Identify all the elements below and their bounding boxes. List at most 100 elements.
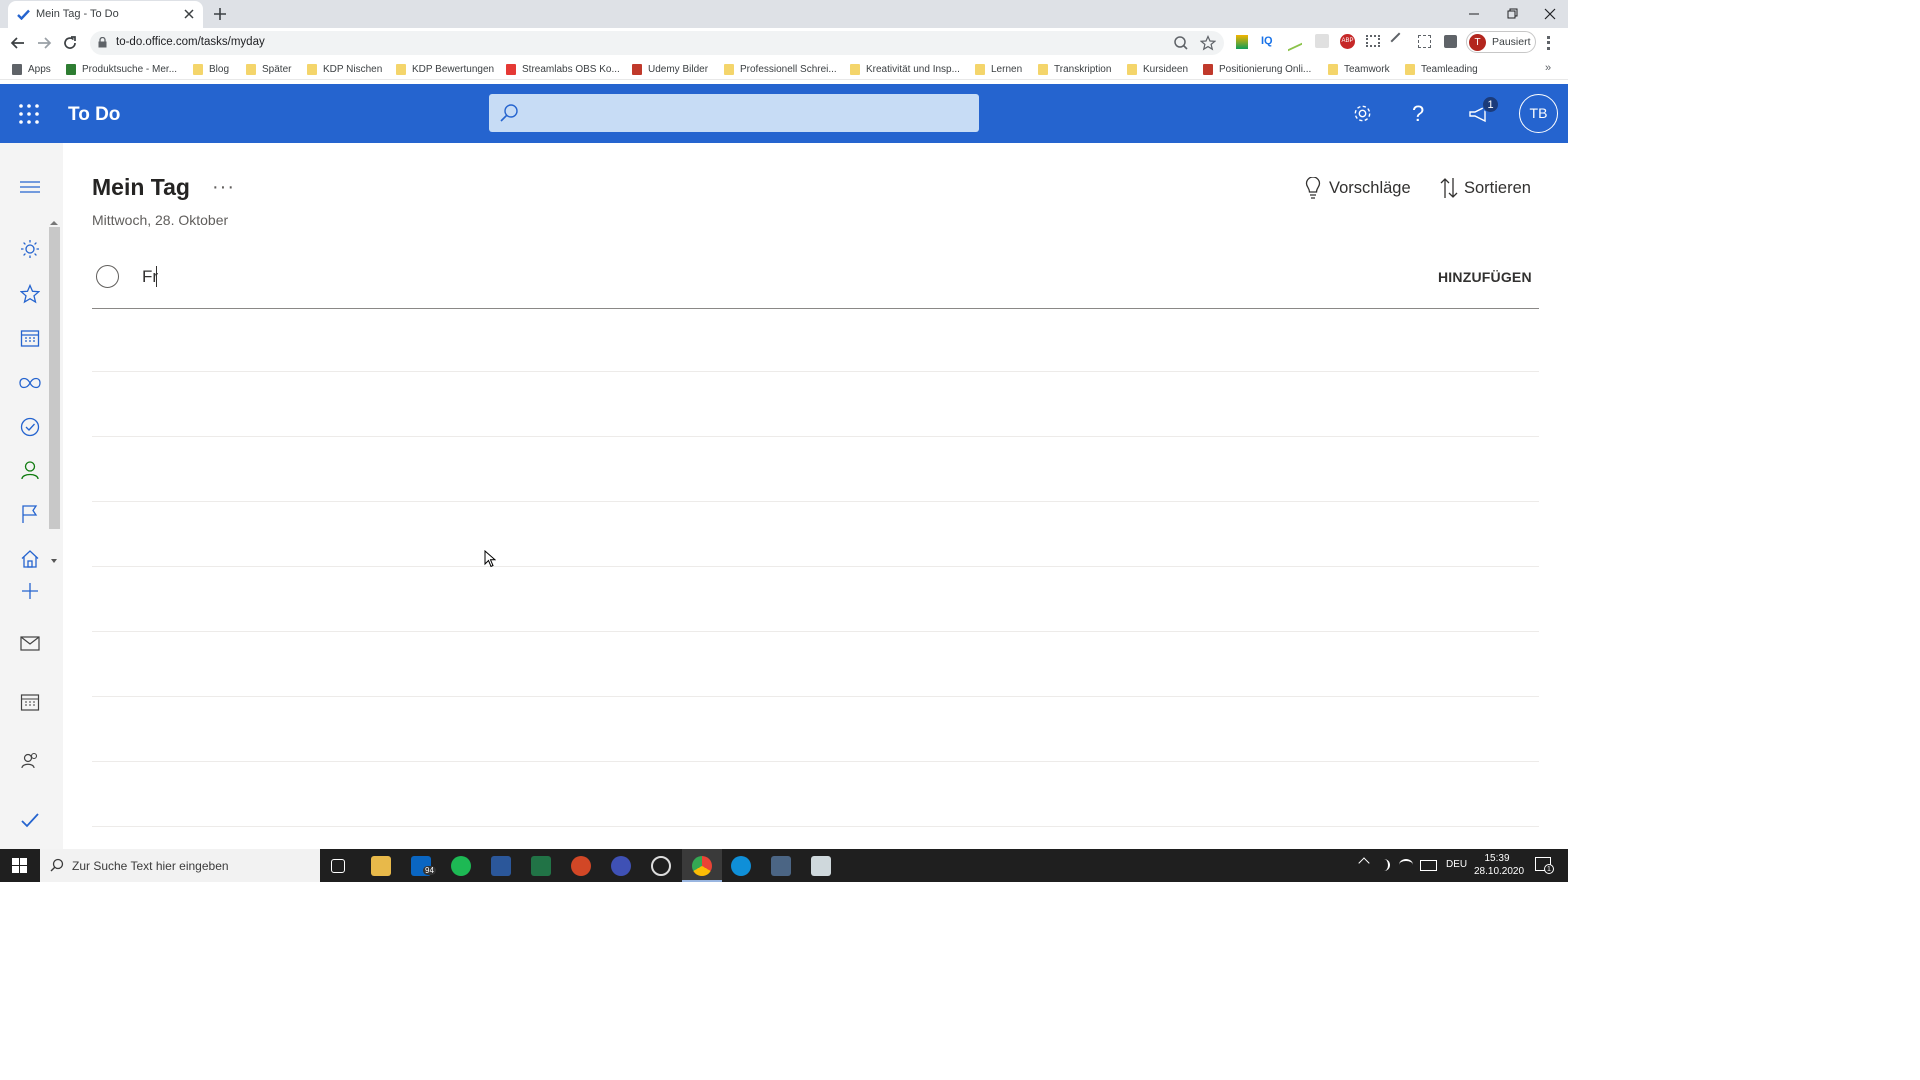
mail-app-link[interactable] bbox=[16, 629, 44, 657]
people-app-link[interactable] bbox=[16, 747, 44, 775]
nav-new-list[interactable] bbox=[16, 577, 44, 605]
bookmark-item[interactable]: Kursideen bbox=[1127, 62, 1188, 76]
keyboard-icon[interactable] bbox=[1420, 860, 1437, 871]
nav-all[interactable] bbox=[16, 369, 44, 397]
reload-icon[interactable] bbox=[62, 35, 78, 51]
close-tab-icon[interactable] bbox=[183, 8, 195, 20]
add-task-button[interactable]: HINZUFÜGEN bbox=[1438, 269, 1532, 285]
bookmark-label: KDP Nischen bbox=[323, 63, 383, 75]
clock[interactable]: 15:39 28.10.2020 bbox=[1474, 852, 1524, 878]
volume-icon[interactable] bbox=[1378, 859, 1390, 871]
windows-start-icon[interactable] bbox=[12, 858, 27, 873]
app-icon[interactable] bbox=[771, 856, 791, 876]
bookmark-item[interactable]: Teamwork bbox=[1328, 62, 1390, 76]
file-explorer-icon[interactable] bbox=[371, 856, 391, 876]
help-icon[interactable]: ? bbox=[1412, 101, 1424, 127]
nav-important[interactable] bbox=[16, 280, 44, 308]
sort-label: Sortieren bbox=[1464, 178, 1531, 197]
new-task-input[interactable] bbox=[142, 266, 1342, 288]
bookmark-item[interactable]: KDP Bewertungen bbox=[396, 62, 494, 76]
app-launcher-icon[interactable] bbox=[19, 104, 39, 124]
close-window-icon[interactable] bbox=[1540, 4, 1560, 24]
bookmark-label: Produktsuche - Mer... bbox=[82, 63, 178, 75]
bookmark-item[interactable]: Positionierung Onli... bbox=[1203, 62, 1311, 76]
bookmark-item[interactable]: Professionell Schrei... bbox=[724, 62, 837, 76]
back-arrow-icon[interactable] bbox=[10, 35, 26, 51]
profile-chip[interactable]: T Pausiert bbox=[1466, 31, 1536, 53]
minimize-window-icon[interactable] bbox=[1464, 4, 1484, 24]
fullscreen-icon[interactable] bbox=[1418, 35, 1431, 48]
zoom-icon[interactable] bbox=[1173, 35, 1189, 51]
new-tab-icon[interactable] bbox=[213, 7, 227, 21]
bookmark-item[interactable]: KDP Nischen bbox=[307, 62, 382, 76]
sort-button[interactable]: Sortieren bbox=[1440, 177, 1531, 199]
powerpoint-icon[interactable] bbox=[571, 856, 591, 876]
browser-menu-icon[interactable] bbox=[1547, 36, 1550, 50]
new-task-circle-icon[interactable] bbox=[96, 265, 119, 288]
todo-favicon-icon bbox=[17, 9, 30, 20]
search-input[interactable] bbox=[489, 94, 979, 132]
browser-tab[interactable]: Mein Tag - To Do bbox=[8, 1, 203, 28]
bookmark-item[interactable]: Blog bbox=[193, 62, 229, 76]
extension-chart-icon[interactable] bbox=[1288, 30, 1302, 52]
extension-puzzle-icon[interactable] bbox=[1315, 34, 1329, 48]
word-icon[interactable] bbox=[491, 856, 511, 876]
bookmark-star-icon[interactable] bbox=[1200, 35, 1216, 51]
chrome-taskbar-active[interactable] bbox=[682, 849, 722, 882]
scroll-up-arrow-icon[interactable] bbox=[50, 221, 58, 225]
bookmark-label: Apps bbox=[28, 63, 51, 75]
bookmark-item[interactable]: Später bbox=[246, 62, 291, 76]
extension-iq-icon[interactable]: IQ bbox=[1261, 35, 1273, 47]
suggestions-button[interactable]: Vorschläge bbox=[1305, 177, 1411, 199]
edge-icon[interactable] bbox=[731, 856, 751, 876]
bookmark-item[interactable]: Lernen bbox=[975, 62, 1022, 76]
expand-caret-icon[interactable] bbox=[51, 559, 57, 563]
sidebar-scrollbar[interactable] bbox=[49, 227, 60, 529]
nav-completed[interactable] bbox=[16, 413, 44, 441]
action-center-icon[interactable]: 1 bbox=[1535, 857, 1554, 874]
nav-tasks[interactable] bbox=[16, 545, 44, 573]
person-icon bbox=[21, 461, 39, 480]
extensions-puzzle-icon[interactable] bbox=[1444, 35, 1457, 48]
bookmark-item[interactable]: Udemy Bilder bbox=[632, 62, 708, 76]
extension-grid-icon[interactable] bbox=[1366, 35, 1380, 47]
profile-avatar: T bbox=[1469, 34, 1486, 51]
eyedropper-icon[interactable] bbox=[1390, 32, 1408, 50]
tray-overflow-icon[interactable] bbox=[1358, 857, 1370, 869]
settings-gear-icon[interactable] bbox=[1352, 103, 1373, 124]
empty-row-line bbox=[92, 696, 1539, 697]
excel-icon[interactable] bbox=[531, 856, 551, 876]
bookmark-item[interactable]: Teamleading bbox=[1405, 62, 1478, 76]
taskbar-search-box[interactable]: Zur Suche Text hier eingeben bbox=[40, 849, 320, 882]
spotify-icon[interactable] bbox=[451, 856, 471, 876]
bookmark-item[interactable]: Kreativität und Insp... bbox=[850, 62, 960, 76]
todo-app-link[interactable] bbox=[16, 806, 44, 834]
network-icon[interactable] bbox=[1399, 859, 1413, 871]
adblock-icon[interactable]: ABP bbox=[1340, 34, 1355, 49]
bookmark-item[interactable]: Produktsuche - Mer... bbox=[66, 62, 177, 76]
bookmark-item[interactable]: Transkription bbox=[1038, 62, 1111, 76]
folder-icon bbox=[193, 63, 203, 75]
task-view-icon[interactable] bbox=[331, 859, 345, 873]
nav-assigned[interactable] bbox=[16, 456, 44, 484]
list-options-icon[interactable]: ··· bbox=[212, 176, 235, 199]
user-avatar[interactable]: TB bbox=[1519, 94, 1558, 133]
folder-icon bbox=[246, 63, 256, 75]
extension-icon[interactable] bbox=[1236, 35, 1248, 49]
forward-arrow-icon[interactable] bbox=[36, 35, 52, 51]
nav-planned[interactable] bbox=[16, 324, 44, 352]
obs-icon[interactable] bbox=[651, 856, 671, 876]
notepad-icon[interactable] bbox=[811, 856, 831, 876]
app-title[interactable]: To Do bbox=[68, 104, 120, 126]
more-bookmarks-icon[interactable]: » bbox=[1545, 62, 1551, 74]
mail-badge: 94 bbox=[423, 866, 436, 875]
language-indicator[interactable]: DEU bbox=[1446, 859, 1467, 870]
nav-my-day[interactable] bbox=[16, 235, 44, 263]
hamburger-menu-icon[interactable] bbox=[16, 173, 44, 201]
app-icon[interactable] bbox=[611, 856, 631, 876]
restore-window-icon[interactable] bbox=[1502, 4, 1522, 24]
calendar-app-link[interactable] bbox=[16, 688, 44, 716]
bookmark-item[interactable]: Streamlabs OBS Ko... bbox=[506, 62, 620, 76]
nav-flagged[interactable] bbox=[16, 500, 44, 528]
bookmark-item[interactable]: Apps bbox=[12, 62, 51, 76]
